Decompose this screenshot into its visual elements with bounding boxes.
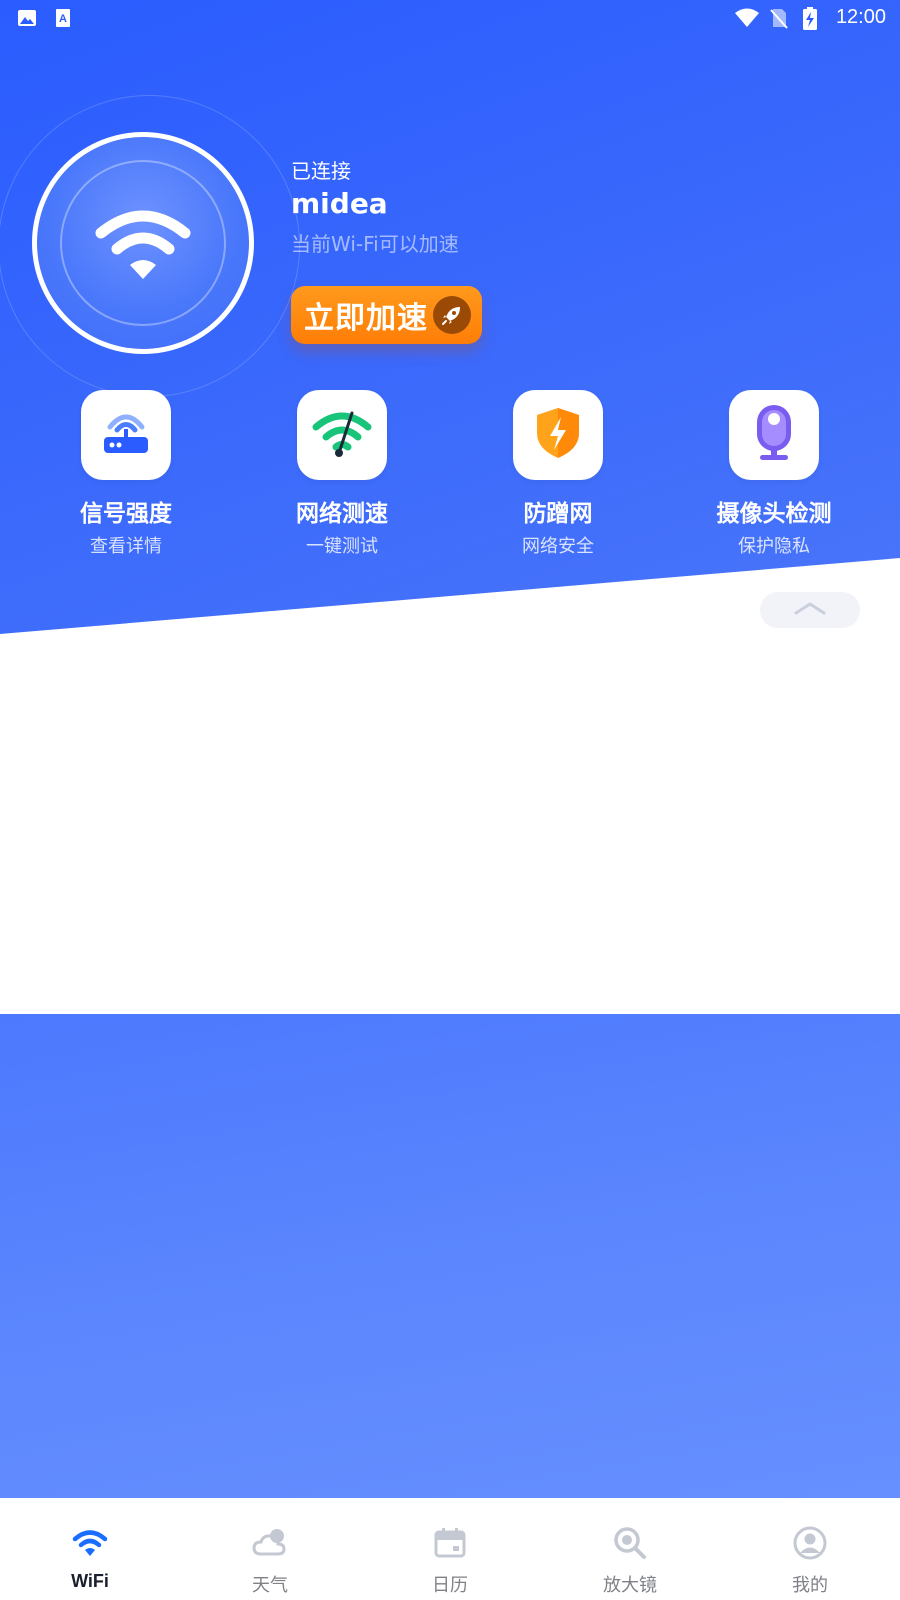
chevron-up-icon xyxy=(792,600,828,620)
feature-subtitle: 一键测试 xyxy=(306,536,378,557)
nav-label: 天气 xyxy=(252,1575,288,1596)
nav-item-weather[interactable]: 天气 xyxy=(180,1498,360,1600)
wifi-icon xyxy=(71,1524,109,1562)
feature-title: 网络测速 xyxy=(296,501,388,527)
no-sim-icon xyxy=(768,7,790,29)
battery-charging-icon xyxy=(802,6,824,30)
boost-button-label: 立即加速 xyxy=(304,301,428,336)
feature-tile xyxy=(297,390,387,480)
nav-label: 我的 xyxy=(792,1575,828,1596)
calendar-icon xyxy=(431,1524,469,1562)
wifi-signal-icon xyxy=(734,7,759,29)
nav-label: 日历 xyxy=(432,1575,468,1596)
nav-label: WiFi xyxy=(71,1571,109,1591)
wifi-status-circle[interactable] xyxy=(32,132,254,354)
shield-icon xyxy=(533,405,583,465)
wifi-ssid: midea xyxy=(291,187,388,220)
feature-subtitle: 保护隐私 xyxy=(738,536,810,557)
cloud-icon xyxy=(251,1524,289,1562)
feature-signal-strength[interactable]: 信号强度 查看详情 xyxy=(36,390,216,558)
nav-item-wifi[interactable]: WiFi xyxy=(0,1498,180,1600)
font-icon: A xyxy=(52,7,74,29)
feature-tile xyxy=(513,390,603,480)
connection-status: 已连接 xyxy=(291,159,351,183)
feature-subtitle: 网络安全 xyxy=(522,536,594,557)
image-icon xyxy=(16,7,38,29)
status-bar: A 12:00 xyxy=(0,0,900,36)
nav-item-calendar[interactable]: 日历 xyxy=(360,1498,540,1600)
nav-item-magnifier[interactable]: 放大镜 xyxy=(540,1498,720,1600)
router-icon xyxy=(98,405,154,465)
feature-title: 防蹭网 xyxy=(523,501,593,527)
feature-title: 信号强度 xyxy=(80,501,172,527)
clock: 12:00 xyxy=(835,6,886,28)
magnifier-icon xyxy=(611,1524,649,1562)
rocket-icon xyxy=(433,296,471,334)
content-panel xyxy=(0,1014,900,1498)
feature-tile xyxy=(729,390,819,480)
boost-button[interactable]: 立即加速 xyxy=(291,286,482,344)
nav-label: 放大镜 xyxy=(603,1575,657,1596)
feature-tile xyxy=(81,390,171,480)
svg-text:A: A xyxy=(59,13,67,25)
wifi-subtitle: 当前Wi-Fi可以加速 xyxy=(291,232,459,256)
nav-item-profile[interactable]: 我的 xyxy=(720,1498,900,1600)
speed-gauge-icon xyxy=(312,405,372,465)
camera-icon xyxy=(752,403,796,467)
wifi-icon xyxy=(95,207,191,283)
feature-subtitle: 查看详情 xyxy=(90,536,162,557)
collapse-button[interactable] xyxy=(760,592,860,628)
bottom-navigation: WiFi 天气 日历 放大镜 我的 xyxy=(0,1498,900,1600)
feature-anti-leech[interactable]: 防蹭网 网络安全 xyxy=(468,390,648,558)
feature-title: 摄像头检测 xyxy=(716,501,832,527)
feature-camera-detect[interactable]: 摄像头检测 保护隐私 xyxy=(684,390,864,558)
user-icon xyxy=(791,1524,829,1562)
feature-speed-test[interactable]: 网络测速 一键测试 xyxy=(252,390,432,558)
